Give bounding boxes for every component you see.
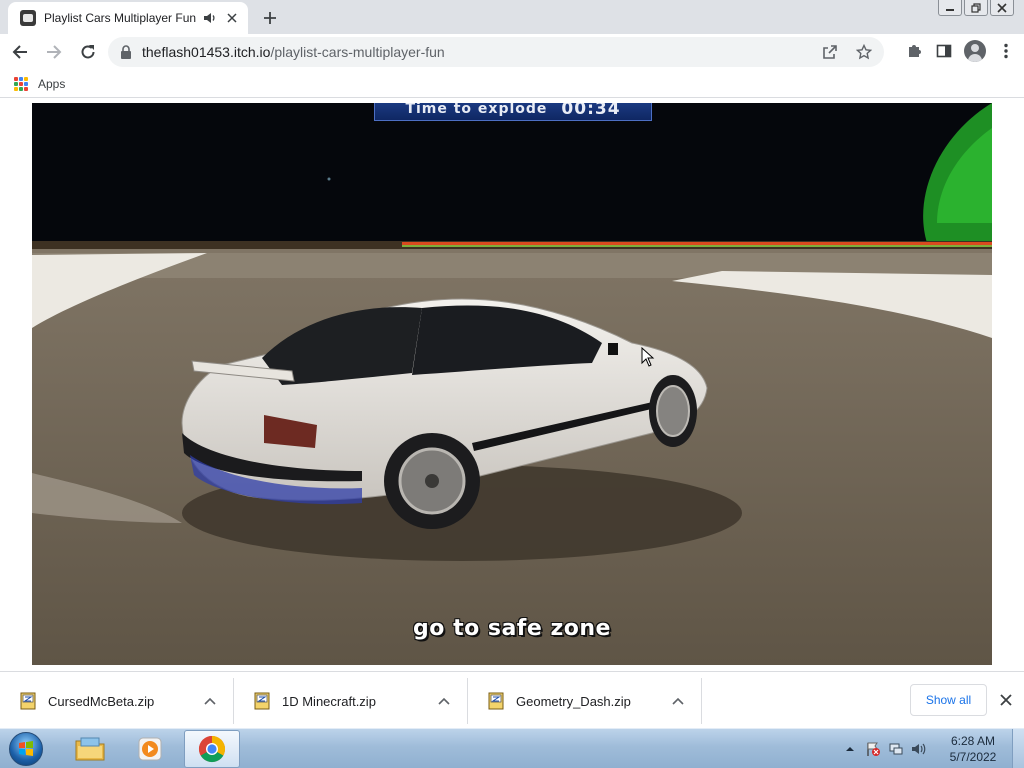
download-item[interactable]: CursedMcBeta.zip [0, 678, 234, 724]
speaker-icon[interactable] [202, 10, 218, 26]
screen: { "browser": { "tab": { "title": "Playli… [0, 0, 1024, 768]
chevron-up-icon[interactable] [203, 694, 217, 708]
night-sky [32, 103, 992, 253]
chevron-up-icon[interactable] [437, 694, 451, 708]
lock-icon[interactable] [120, 45, 134, 59]
clock-time: 6:28 AM [950, 734, 996, 748]
download-shelf: CursedMcBeta.zip 1D Minecraft.zip Geomet… [0, 671, 1024, 728]
windows-taskbar: 6:28 AM 5/7/2022 [0, 728, 1024, 768]
game-scene [32, 103, 992, 665]
action-center-flag-icon[interactable] [864, 740, 882, 758]
safe-zone-message: go to safe zone [413, 616, 611, 641]
game-canvas[interactable]: Time to explode 00:34 go to safe zone [32, 103, 992, 665]
bookmark-star-icon[interactable] [854, 42, 874, 62]
system-clock[interactable]: 6:28 AM 5/7/2022 [938, 733, 1008, 765]
media-player-icon[interactable] [122, 730, 178, 768]
system-tray: 6:28 AM 5/7/2022 [836, 729, 1024, 768]
car-rear-hub [425, 474, 439, 488]
chevron-up-icon[interactable] [671, 694, 685, 708]
download-item[interactable]: 1D Minecraft.zip [234, 678, 468, 724]
horizon-stripe-green [402, 245, 992, 247]
url-host: theflash01453.itch.io [142, 44, 271, 60]
apps-grid-icon[interactable] [14, 76, 28, 91]
tab-close-icon[interactable] [224, 10, 240, 26]
extensions-puzzle-icon[interactable] [904, 41, 924, 61]
site-favicon [20, 10, 36, 26]
address-bar[interactable]: theflash01453.itch.io/playlist-cars-mult… [108, 37, 884, 67]
omnibox-actions [820, 42, 874, 62]
tab-active[interactable]: Playlist Cars Multiplayer Fun [8, 2, 248, 34]
bookmarks-bar: Apps [0, 70, 1024, 98]
tab-strip: Playlist Cars Multiplayer Fun [0, 0, 1024, 34]
window-controls [938, 0, 1014, 18]
url-path: /playlist-cars-multiplayer-fun [270, 44, 445, 60]
horizon-stripe-red [402, 242, 992, 245]
windows-orb-icon [9, 732, 43, 766]
browser-toolbar: theflash01453.itch.io/playlist-cars-mult… [0, 34, 1024, 70]
side-panel-icon[interactable] [934, 41, 954, 61]
show-all-button[interactable]: Show all [910, 684, 987, 716]
network-icon[interactable] [887, 740, 905, 758]
explode-timer-value: 00:34 [561, 103, 621, 119]
download-filename: Geometry_Dash.zip [516, 693, 631, 709]
show-desktop-button[interactable] [1012, 729, 1024, 768]
menu-kebab-icon[interactable] [996, 41, 1016, 61]
show-hidden-icons-icon[interactable] [841, 740, 859, 758]
window-close-icon[interactable] [990, 0, 1014, 16]
close-icon[interactable] [996, 690, 1016, 710]
back-arrow-icon[interactable] [6, 38, 34, 66]
chrome-icon[interactable] [184, 730, 240, 768]
toolbar-right [904, 40, 1016, 62]
restore-icon[interactable] [964, 0, 988, 16]
zip-file-icon [254, 692, 270, 710]
tab-title: Playlist Cars Multiplayer Fun [44, 11, 197, 25]
mouse-cursor-icon [641, 347, 655, 367]
zip-file-icon [488, 692, 504, 710]
download-filename: 1D Minecraft.zip [282, 693, 376, 709]
bookmark-apps[interactable]: Apps [38, 77, 65, 91]
explode-timer-label: Time to explode [405, 103, 548, 117]
reload-icon[interactable] [74, 38, 102, 66]
minimize-icon[interactable] [938, 0, 962, 16]
page-content: Time to explode 00:34 go to safe zone [0, 99, 1024, 671]
forward-arrow-icon[interactable] [40, 38, 68, 66]
zip-file-icon [20, 692, 36, 710]
profile-avatar[interactable] [964, 40, 986, 62]
car-mirror [608, 343, 618, 355]
share-icon[interactable] [820, 42, 840, 62]
download-filename: CursedMcBeta.zip [48, 693, 155, 709]
clock-date: 5/7/2022 [949, 750, 997, 764]
new-tab-plus-icon[interactable] [258, 6, 282, 30]
car-front-rim [656, 385, 690, 437]
download-item[interactable]: Geometry_Dash.zip [468, 678, 702, 724]
star [327, 177, 331, 181]
explode-timer: Time to explode 00:34 [374, 103, 652, 121]
file-explorer-icon[interactable] [62, 730, 118, 768]
start-button[interactable] [4, 730, 48, 768]
volume-icon[interactable] [910, 740, 928, 758]
